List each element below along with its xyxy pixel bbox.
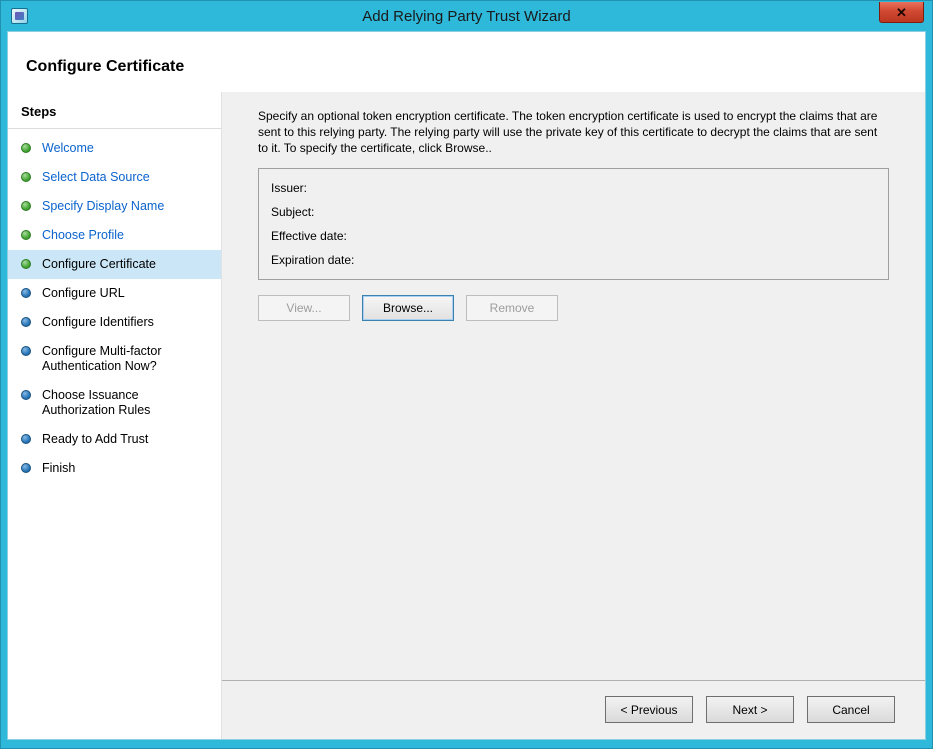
next-button[interactable]: Next >	[706, 696, 794, 723]
instructions-text: Specify an optional token encryption cer…	[258, 108, 889, 156]
step-label: Ready to Add Trust	[42, 432, 148, 447]
sidebar-item-configure-identifiers: Configure Identifiers	[8, 308, 221, 337]
steps-heading: Steps	[8, 100, 221, 129]
cert-field-effective-date: Effective date:	[271, 226, 876, 250]
step-status-icon	[21, 172, 31, 182]
wizard-body: Steps Welcome Select Data Source Specify D…	[8, 92, 925, 739]
browse-button[interactable]: Browse...	[362, 295, 454, 321]
sidebar-item-welcome[interactable]: Welcome	[8, 134, 221, 163]
step-label: Specify Display Name	[42, 199, 164, 214]
steps-list: Welcome Select Data Source Specify Display…	[8, 134, 221, 483]
step-status-icon	[21, 230, 31, 240]
sidebar-item-choose-issuance-authorization-rules: Choose Issuance Authorization Rules	[8, 381, 221, 425]
step-label: Configure Multi-factor Authentication No…	[42, 344, 201, 374]
step-status-icon	[21, 259, 31, 269]
step-label: Choose Issuance Authorization Rules	[42, 388, 201, 418]
sidebar-item-configure-certificate: Configure Certificate	[8, 250, 221, 279]
step-status-icon	[21, 346, 31, 356]
step-label: Welcome	[42, 141, 94, 156]
step-status-icon	[21, 390, 31, 400]
wizard-window: Add Relying Party Trust Wizard ✕ Configu…	[0, 0, 933, 749]
previous-button[interactable]: < Previous	[605, 696, 693, 723]
step-status-icon	[21, 201, 31, 211]
cert-field-issuer: Issuer:	[271, 178, 876, 202]
certificate-actions: View... Browse... Remove	[258, 295, 889, 321]
steps-sidebar: Steps Welcome Select Data Source Specify D…	[8, 92, 222, 739]
window-content: Configure Certificate Steps Welcome Selec…	[7, 31, 926, 740]
cert-field-label: Subject:	[271, 205, 314, 219]
cert-field-expiration-date: Expiration date:	[271, 250, 876, 274]
sidebar-item-select-data-source[interactable]: Select Data Source	[8, 163, 221, 192]
wizard-icon	[11, 8, 28, 24]
step-label: Configure URL	[42, 286, 125, 301]
footer: < Previous Next > Cancel	[222, 680, 925, 739]
window-title: Add Relying Party Trust Wizard	[1, 8, 932, 25]
cert-field-subject: Subject:	[271, 202, 876, 226]
certificate-details-box: Issuer: Subject: Effective date: Expiration…	[258, 168, 889, 280]
sidebar-item-choose-profile[interactable]: Choose Profile	[8, 221, 221, 250]
remove-button[interactable]: Remove	[466, 295, 558, 321]
main-panel: Specify an optional token encryption cer…	[222, 92, 925, 739]
titlebar[interactable]: Add Relying Party Trust Wizard ✕	[1, 1, 932, 31]
view-button[interactable]: View...	[258, 295, 350, 321]
sidebar-item-configure-url: Configure URL	[8, 279, 221, 308]
step-label: Finish	[42, 461, 75, 476]
cancel-button[interactable]: Cancel	[807, 696, 895, 723]
sidebar-item-ready-to-add-trust: Ready to Add Trust	[8, 425, 221, 454]
step-label: Configure Certificate	[42, 257, 156, 272]
step-label: Choose Profile	[42, 228, 124, 243]
step-status-icon	[21, 317, 31, 327]
sidebar-item-finish: Finish	[8, 454, 221, 483]
page-header: Configure Certificate	[8, 32, 925, 92]
cert-field-label: Expiration date:	[271, 253, 354, 267]
cert-field-label: Issuer:	[271, 181, 307, 195]
sidebar-item-specify-display-name[interactable]: Specify Display Name	[8, 192, 221, 221]
step-status-icon	[21, 143, 31, 153]
step-status-icon	[21, 288, 31, 298]
step-label: Select Data Source	[42, 170, 150, 185]
cert-field-label: Effective date:	[271, 229, 347, 243]
step-label: Configure Identifiers	[42, 315, 154, 330]
sidebar-item-configure-multi-factor-authentication-now: Configure Multi-factor Authentication No…	[8, 337, 221, 381]
step-status-icon	[21, 434, 31, 444]
page-title: Configure Certificate	[26, 58, 925, 76]
close-button[interactable]: ✕	[879, 2, 924, 23]
footer-buttons: < Previous Next > Cancel	[222, 681, 925, 739]
step-status-icon	[21, 463, 31, 473]
